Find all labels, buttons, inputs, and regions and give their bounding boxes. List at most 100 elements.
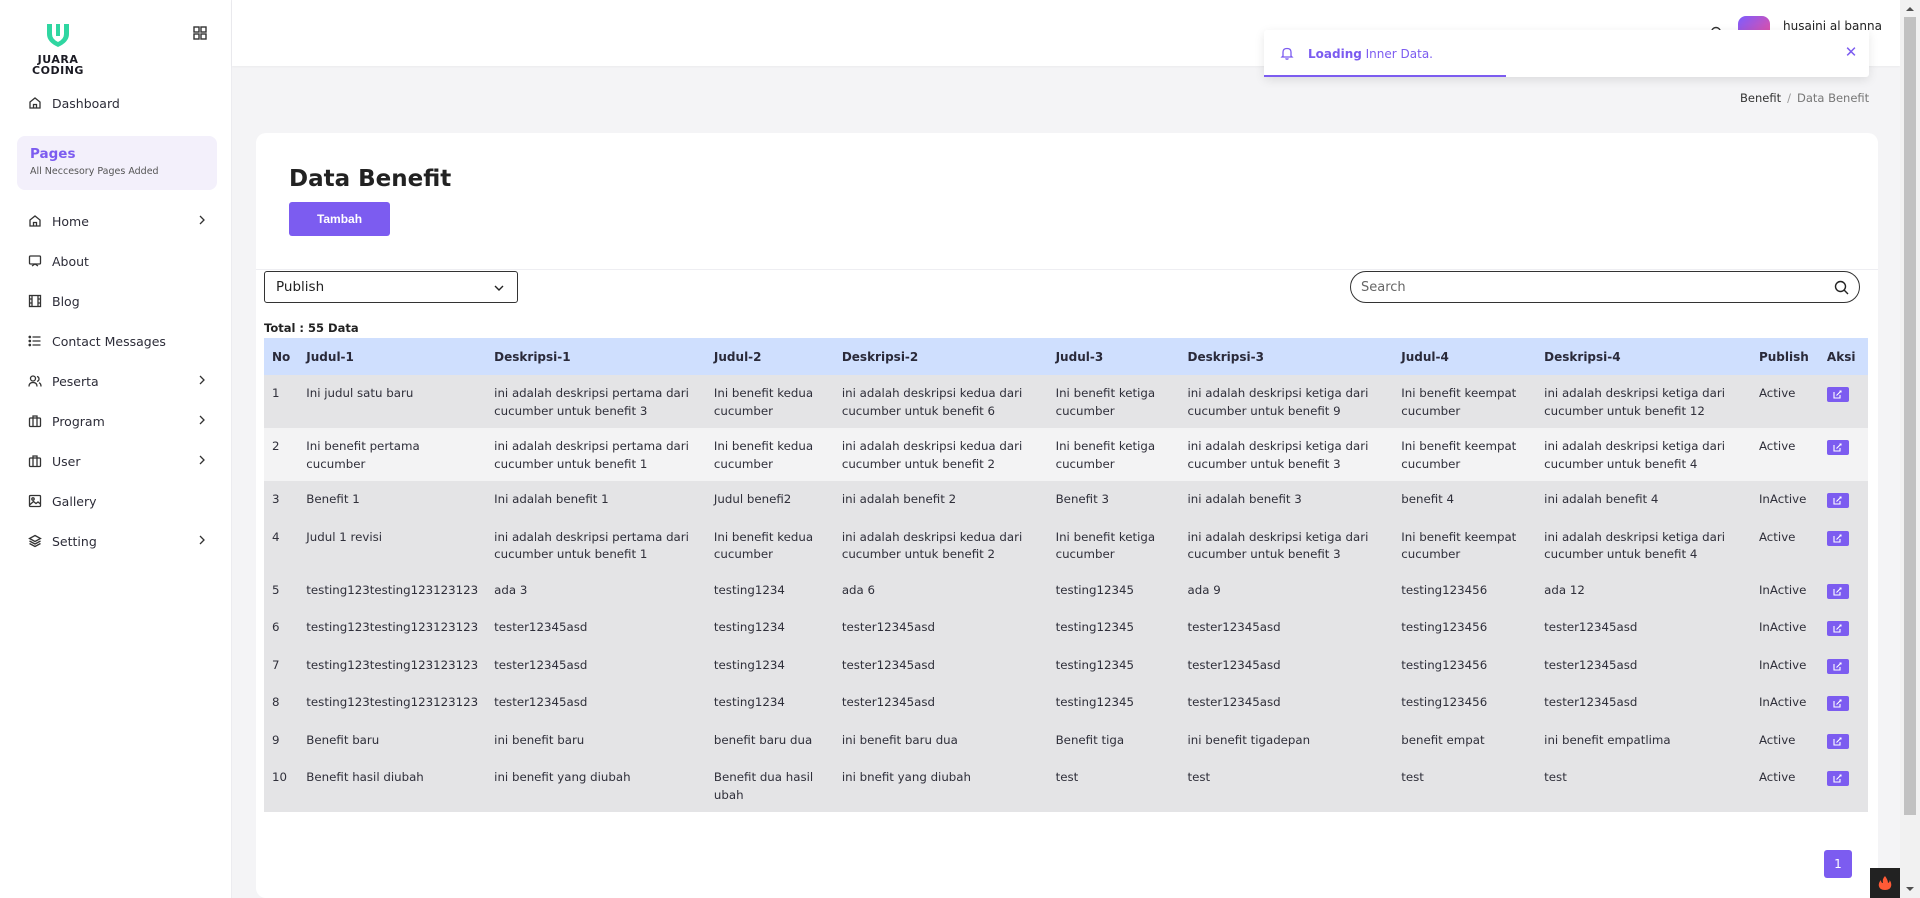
sidebar-item-setting[interactable]: Setting bbox=[28, 529, 208, 553]
sidebar-item-dashboard[interactable]: Dashboard bbox=[28, 91, 208, 115]
table-cell: testing123testing123123123 bbox=[306, 620, 479, 634]
table-row: 1 Ini judul satu baru ini adalah deskripsi… bbox=[264, 375, 1868, 428]
close-icon[interactable]: ✕ bbox=[1843, 44, 1859, 60]
blog-icon bbox=[28, 294, 42, 308]
edit-button[interactable] bbox=[1826, 493, 1849, 508]
table-row: 3 Benefit 1 Ini adalah benefit 1 Judul bene… bbox=[264, 481, 1868, 519]
column-header: Aksi bbox=[1826, 349, 1856, 364]
edit-button[interactable] bbox=[1826, 621, 1849, 636]
table-cell: testing12345 bbox=[1055, 582, 1135, 597]
table-cell: InActive bbox=[1758, 492, 1807, 506]
edit-button[interactable] bbox=[1826, 733, 1849, 749]
table-cell: Ini benefit kedua cucumber bbox=[713, 386, 814, 418]
edit-button[interactable] bbox=[1826, 658, 1849, 674]
toast-message: Loading Inner Data. bbox=[1308, 47, 1433, 61]
chevron-right-icon bbox=[199, 455, 205, 465]
shield-logo-icon bbox=[47, 24, 69, 47]
table-cell: ini adalah benefit 4 bbox=[1544, 492, 1659, 506]
actions-cell bbox=[1819, 684, 1868, 722]
search-icon[interactable] bbox=[1834, 280, 1849, 295]
column-header: Deskripsi-2 bbox=[841, 349, 919, 364]
sidebar-item-contact-messages[interactable]: Contact Messages bbox=[28, 329, 208, 353]
table-cell: testing1234 bbox=[713, 657, 785, 672]
edit-button[interactable] bbox=[1826, 583, 1849, 599]
scroll-up-icon[interactable] bbox=[1904, 3, 1916, 15]
page-scrollbar[interactable] bbox=[1900, 0, 1920, 898]
sidebar-item-home[interactable]: Home bbox=[28, 209, 208, 233]
table-cell: 6 bbox=[272, 620, 280, 634]
sidebar-item-about[interactable]: About bbox=[28, 249, 208, 273]
add-button[interactable]: Tambah bbox=[289, 202, 390, 236]
table-cell: ini adalah deskripsi ketiga dari cucumbe… bbox=[1187, 386, 1369, 418]
table-cell: tester12345asd bbox=[494, 620, 588, 634]
table-cell: testing123456 bbox=[1401, 657, 1488, 672]
table-cell: tester12345asd bbox=[1544, 657, 1638, 672]
table-cell: benefit baru dua bbox=[713, 732, 813, 747]
sidebar-item-program[interactable]: Program bbox=[28, 409, 208, 433]
table-cell: Active bbox=[1758, 386, 1796, 400]
table-cell: ada 6 bbox=[841, 582, 876, 597]
edit-button[interactable] bbox=[1826, 440, 1849, 455]
table-cell: tester12345asd bbox=[841, 657, 935, 672]
table-cell: InActive bbox=[1758, 657, 1807, 672]
table-cell: ini bnefit yang diubah bbox=[841, 770, 972, 784]
pagination-page-1[interactable]: 1 bbox=[1824, 850, 1852, 878]
sidebar-item-user[interactable]: User bbox=[28, 449, 208, 473]
scroll-down-icon[interactable] bbox=[1904, 883, 1916, 895]
pages-subtitle: All Neccesory Pages Added bbox=[30, 166, 159, 177]
table-cell: ini benefit yang diubah bbox=[494, 770, 631, 784]
scroll-thumb[interactable] bbox=[1904, 17, 1916, 815]
users-icon bbox=[28, 375, 42, 387]
table-cell: ini adalah deskripsi pertama dari cucumb… bbox=[494, 439, 689, 471]
publish-filter-select[interactable]: Publish bbox=[264, 271, 518, 303]
toast-message-text: Inner Data. bbox=[1361, 47, 1433, 61]
home-icon bbox=[29, 215, 41, 227]
search-input[interactable] bbox=[1361, 279, 1821, 295]
pages-title: Pages bbox=[30, 146, 76, 162]
flame-widget[interactable] bbox=[1870, 868, 1900, 898]
table-cell: ini adalah deskripsi pertama dari cucumb… bbox=[494, 386, 689, 418]
sidebar-item-label: Blog bbox=[52, 293, 80, 309]
table-cell: tester12345asd bbox=[1544, 620, 1638, 634]
table-cell: tester12345asd bbox=[494, 695, 588, 709]
toast-progress-bar bbox=[1264, 75, 1506, 77]
image-icon bbox=[28, 494, 42, 508]
edit-button[interactable] bbox=[1826, 387, 1849, 402]
logo-text-line2: CODING bbox=[32, 64, 84, 77]
table-cell: testing123456 bbox=[1401, 620, 1488, 634]
table-body: 1 Ini judul satu baru ini adalah deskripsi… bbox=[264, 375, 1868, 812]
brand-logo[interactable]: JUARA CODING bbox=[28, 22, 88, 78]
breadcrumb-parent[interactable]: Benefit bbox=[1740, 91, 1781, 105]
table-row: 6 testing123testing123123123 tester12345as… bbox=[264, 609, 1868, 647]
table-cell: tester12345asd bbox=[1544, 695, 1638, 709]
edit-button[interactable] bbox=[1826, 771, 1849, 786]
sidebar-item-label: Home bbox=[52, 213, 89, 229]
search-box[interactable] bbox=[1350, 271, 1860, 303]
table-cell: tester12345asd bbox=[1187, 695, 1281, 709]
sidebar-item-gallery[interactable]: Gallery bbox=[28, 489, 208, 513]
actions-cell bbox=[1819, 609, 1868, 647]
actions-cell bbox=[1819, 572, 1868, 610]
table-cell: testing1234 bbox=[713, 582, 785, 597]
actions-cell bbox=[1819, 722, 1868, 760]
table-cell: Ini benefit keempat cucumber bbox=[1401, 529, 1517, 562]
grid-icon[interactable] bbox=[193, 26, 207, 40]
edit-button[interactable] bbox=[1826, 696, 1849, 711]
table-cell: benefit 4 bbox=[1401, 492, 1455, 506]
table-cell: test bbox=[1544, 770, 1567, 784]
breadcrumb-separator: / bbox=[1787, 91, 1791, 105]
sidebar-item-blog[interactable]: Blog bbox=[28, 289, 208, 313]
table-cell: Benefit hasil diubah bbox=[306, 770, 424, 784]
edit-icon bbox=[1833, 443, 1842, 452]
edit-icon bbox=[1833, 586, 1842, 596]
table-row: 9 Benefit baru ini benefit baru benefit bar… bbox=[264, 721, 1868, 760]
table-cell: Ini judul satu baru bbox=[306, 386, 414, 400]
edit-icon bbox=[1833, 624, 1842, 633]
edit-button[interactable] bbox=[1826, 530, 1849, 546]
table-cell: testing1234 bbox=[713, 620, 785, 634]
edit-icon bbox=[1833, 774, 1842, 783]
divider bbox=[256, 269, 1878, 270]
sidebar-item-peserta[interactable]: Peserta bbox=[28, 369, 208, 393]
briefcase-icon bbox=[28, 415, 42, 428]
chevron-right-icon bbox=[199, 375, 205, 385]
